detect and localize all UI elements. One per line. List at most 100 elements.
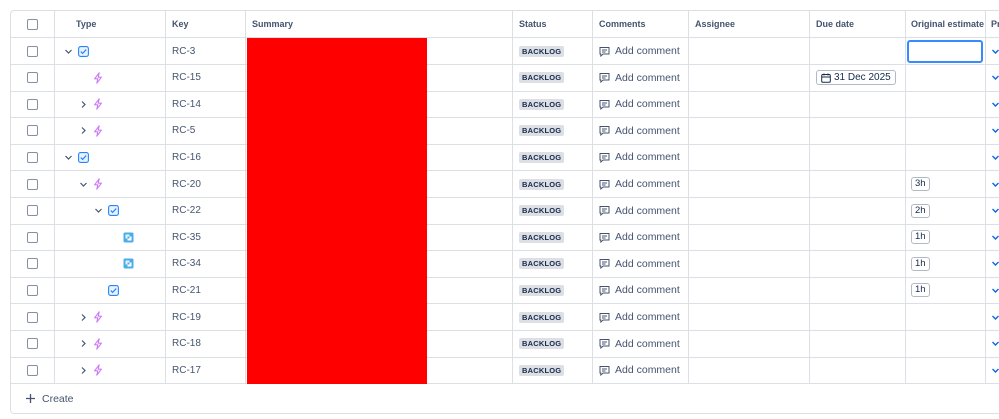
add-comment-button[interactable]: Add comment [599,45,680,57]
status-cell[interactable]: BACKLOG [513,91,593,118]
comments-cell[interactable]: Add comment [593,250,689,277]
key-cell[interactable]: RC-3 [166,38,246,64]
assignee-cell[interactable] [689,357,810,384]
estimate-cell[interactable]: 1h [906,224,986,251]
table-row[interactable]: RC-22 BACKLOG Add comment 2h [11,197,999,225]
status-cell[interactable]: BACKLOG [513,144,593,171]
key-cell[interactable]: RC-35 [166,224,246,251]
priority-cell[interactable] [986,91,999,117]
assignee-cell[interactable] [689,277,810,304]
table-row[interactable]: RC-15 BACKLOG Add comment 31 Dec 2025 [11,64,999,92]
chevron-right-icon[interactable] [78,339,88,349]
add-comment-button[interactable]: Add comment [599,151,680,163]
chevron-right-icon[interactable] [78,99,88,109]
estimate-value[interactable]: 1h [911,283,930,298]
status-badge[interactable]: BACKLOG [519,125,565,137]
status-cell[interactable]: BACKLOG [513,330,593,357]
status-badge[interactable]: BACKLOG [519,338,565,350]
comments-cell[interactable]: Add comment [593,197,689,224]
estimate-cell[interactable]: 1h [906,277,986,304]
header-select-all[interactable] [11,11,55,37]
status-badge[interactable]: BACKLOG [519,364,565,376]
row-checkbox[interactable] [27,284,38,296]
key-cell[interactable]: RC-17 [166,357,246,384]
estimate-cell[interactable] [906,357,986,384]
priority-cell[interactable] [986,65,999,91]
status-cell[interactable]: BACKLOG [513,117,593,144]
row-select[interactable] [11,171,55,197]
due-date-cell[interactable] [810,357,906,384]
comments-cell[interactable]: Add comment [593,171,689,197]
header-type[interactable]: Type [55,11,166,37]
add-comment-button[interactable]: Add comment [599,338,680,350]
comments-cell[interactable]: Add comment [593,91,689,118]
chevron-down-icon[interactable] [63,46,73,56]
row-checkbox[interactable] [27,364,38,376]
key-cell[interactable]: RC-19 [166,304,246,330]
chevron-down-icon[interactable] [93,206,103,216]
row-checkbox[interactable] [27,98,38,110]
row-select[interactable] [11,304,55,330]
issue-key[interactable]: RC-15 [172,72,201,83]
row-select[interactable] [11,38,55,64]
issue-key[interactable]: RC-17 [172,365,201,376]
add-comment-button[interactable]: Add comment [599,72,680,84]
add-comment-button[interactable]: Add comment [599,231,680,243]
issue-key[interactable]: RC-21 [172,285,201,296]
due-date-cell[interactable] [810,117,906,144]
status-badge[interactable]: BACKLOG [519,258,565,270]
status-badge[interactable]: BACKLOG [519,178,565,190]
priority-cell[interactable] [986,198,999,224]
row-checkbox[interactable] [27,338,38,350]
chevron-down-icon[interactable] [78,179,88,189]
estimate-input[interactable] [907,39,983,63]
due-date-cell[interactable] [810,38,906,64]
status-badge[interactable]: BACKLOG [519,98,565,110]
due-date-cell[interactable] [810,304,906,330]
due-date-cell[interactable] [810,197,906,224]
add-comment-button[interactable]: Add comment [599,311,680,323]
assignee-cell[interactable] [689,224,810,251]
issue-key[interactable]: RC-3 [172,46,195,57]
assignee-cell[interactable] [689,91,810,118]
comments-cell[interactable]: Add comment [593,357,689,384]
assignee-cell[interactable] [689,117,810,144]
add-comment-button[interactable]: Add comment [599,284,680,296]
priority-chevron-icon[interactable] [991,339,999,348]
due-date-cell[interactable]: 31 Dec 2025 [810,64,906,91]
due-date-cell[interactable] [810,224,906,251]
due-date-cell[interactable] [810,171,906,197]
priority-cell[interactable] [986,118,999,144]
due-date-cell[interactable] [810,330,906,357]
header-assignee[interactable]: Assignee [689,11,810,37]
select-all-checkbox[interactable] [27,18,38,30]
estimate-cell[interactable] [906,330,986,357]
status-cell[interactable]: BACKLOG [513,304,593,330]
assignee-cell[interactable] [689,171,810,197]
row-select[interactable] [11,197,55,224]
key-cell[interactable]: RC-34 [166,250,246,277]
estimate-value[interactable]: 2h [911,203,930,218]
row-select[interactable] [11,277,55,304]
priority-cell[interactable] [986,304,999,330]
issue-key[interactable]: RC-34 [172,258,201,269]
due-date-cell[interactable] [810,144,906,171]
estimate-value[interactable]: 3h [911,177,930,191]
row-checkbox[interactable] [27,231,38,243]
assignee-cell[interactable] [689,330,810,357]
header-key[interactable]: Key [166,11,246,37]
header-original-estimate[interactable]: Original estimate [906,11,986,37]
table-row[interactable]: RC-21 BACKLOG Add comment 1h [11,277,999,305]
add-comment-button[interactable]: Add comment [599,125,680,137]
comments-cell[interactable]: Add comment [593,144,689,171]
key-cell[interactable]: RC-15 [166,64,246,91]
issue-key[interactable]: RC-20 [172,179,201,190]
priority-cell[interactable] [986,144,999,170]
status-cell[interactable]: BACKLOG [513,171,593,197]
comments-cell[interactable]: Add comment [593,330,689,357]
assignee-cell[interactable] [689,64,810,91]
issue-key[interactable]: RC-16 [172,152,201,163]
estimate-value[interactable]: 1h [911,230,930,245]
key-cell[interactable]: RC-14 [166,91,246,118]
row-checkbox[interactable] [27,258,38,270]
